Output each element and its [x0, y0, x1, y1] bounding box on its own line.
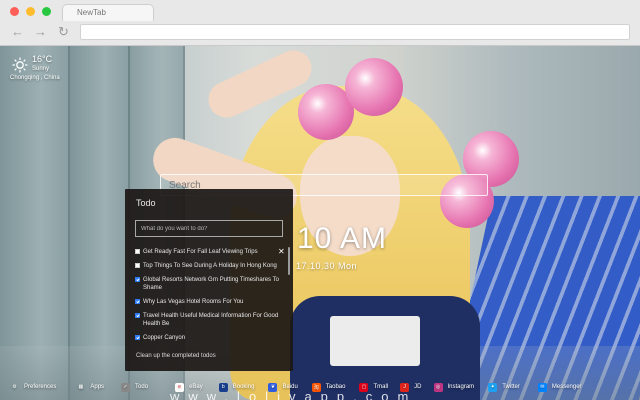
bottom-link-preferences[interactable]: ⚙ Preferences	[10, 383, 56, 392]
todo-checkbox[interactable]	[135, 313, 140, 318]
todo-scrollbar[interactable]	[288, 247, 290, 275]
bottom-link-messenger[interactable]: ✉ Messenger	[537, 382, 582, 392]
temperature-text: 16°C	[32, 54, 53, 64]
todo-text: Top Things To See During A Holiday In Ho…	[143, 263, 277, 269]
todo-text: Travel Health Useful Medical Information…	[143, 313, 279, 327]
watermark-text: www.lolivapp.com	[170, 389, 418, 400]
bottom-link-label: Apps	[90, 384, 105, 390]
todo-item[interactable]: Global Resorts Network Grn Putting Times…	[135, 276, 285, 292]
todo-checkbox[interactable]	[135, 277, 140, 282]
new-todo-input[interactable]	[135, 220, 283, 237]
todo-item[interactable]: Get Ready Fast For Fall Leaf Viewing Tri…	[135, 248, 285, 256]
todo-item[interactable]: Top Things To See During A Holiday In Ho…	[135, 262, 285, 270]
todo-text: Get Ready Fast For Fall Leaf Viewing Tri…	[143, 249, 258, 255]
todo-text: Copper Canyon	[143, 335, 186, 341]
todo-checkbox[interactable]	[135, 299, 140, 304]
weather-location: Chongqing , China	[10, 75, 60, 81]
bottom-link-label: Twitter	[502, 384, 520, 390]
tab-title: NewTab	[77, 8, 106, 17]
todo-item[interactable]: Why Las Vegas Hotel Rooms For You	[135, 298, 285, 306]
window-controls	[10, 7, 51, 16]
twitter-icon: ✦	[488, 382, 498, 392]
todo-text: Global Resorts Network Grn Putting Times…	[143, 277, 279, 291]
browser-tab[interactable]: NewTab	[62, 4, 154, 21]
delete-todo-icon[interactable]: ✕	[278, 247, 285, 256]
bottom-link-label: Preferences	[24, 384, 57, 390]
todo-item[interactable]: Travel Health Useful Medical Information…	[135, 312, 285, 328]
clock-time: 10 AM	[297, 222, 388, 255]
bottom-link-apps[interactable]: ▦ Apps	[76, 383, 104, 392]
todo-list: Get Ready Fast For Fall Leaf Viewing Tri…	[135, 248, 285, 348]
forward-arrow-icon[interactable]: →	[34, 25, 47, 39]
address-bar[interactable]	[80, 24, 630, 40]
browser-chrome: NewTab ← → ↻	[0, 0, 640, 46]
todo-panel: Todo Get Ready Fast For Fall Leaf Viewin…	[125, 189, 293, 371]
bottom-link-label: Todo	[135, 384, 149, 390]
bottom-link-twitter[interactable]: ✦ Twitter	[488, 382, 520, 392]
reload-icon[interactable]: ↻	[58, 25, 69, 39]
todo-checkbox[interactable]	[135, 335, 140, 340]
clock-date: 17.10.30 Mon	[296, 261, 358, 271]
todo-checkbox[interactable]	[135, 263, 140, 268]
gear-icon: ⚙	[12, 384, 17, 390]
todo-checkbox[interactable]	[135, 249, 140, 254]
maximize-window-button[interactable]	[42, 7, 51, 16]
todo-item[interactable]: Copper Canyon	[135, 334, 285, 342]
grid-icon: ▦	[78, 384, 84, 390]
messenger-icon: ✉	[537, 382, 547, 392]
sun-icon	[12, 57, 28, 73]
minimize-window-button[interactable]	[26, 7, 35, 16]
todo-icon: ✓	[121, 382, 131, 392]
back-arrow-icon[interactable]: ←	[11, 25, 24, 39]
bottom-link-todo[interactable]: ✓ Todo	[121, 382, 149, 392]
clear-completed-button[interactable]: Clean up the completed todos	[136, 353, 216, 359]
bottom-link-label: Messenger	[551, 384, 582, 390]
close-window-button[interactable]	[10, 7, 19, 16]
todo-title: Todo	[136, 198, 156, 208]
weather-condition: Sunny	[32, 66, 50, 72]
todo-text: Why Las Vegas Hotel Rooms For You	[143, 299, 244, 305]
